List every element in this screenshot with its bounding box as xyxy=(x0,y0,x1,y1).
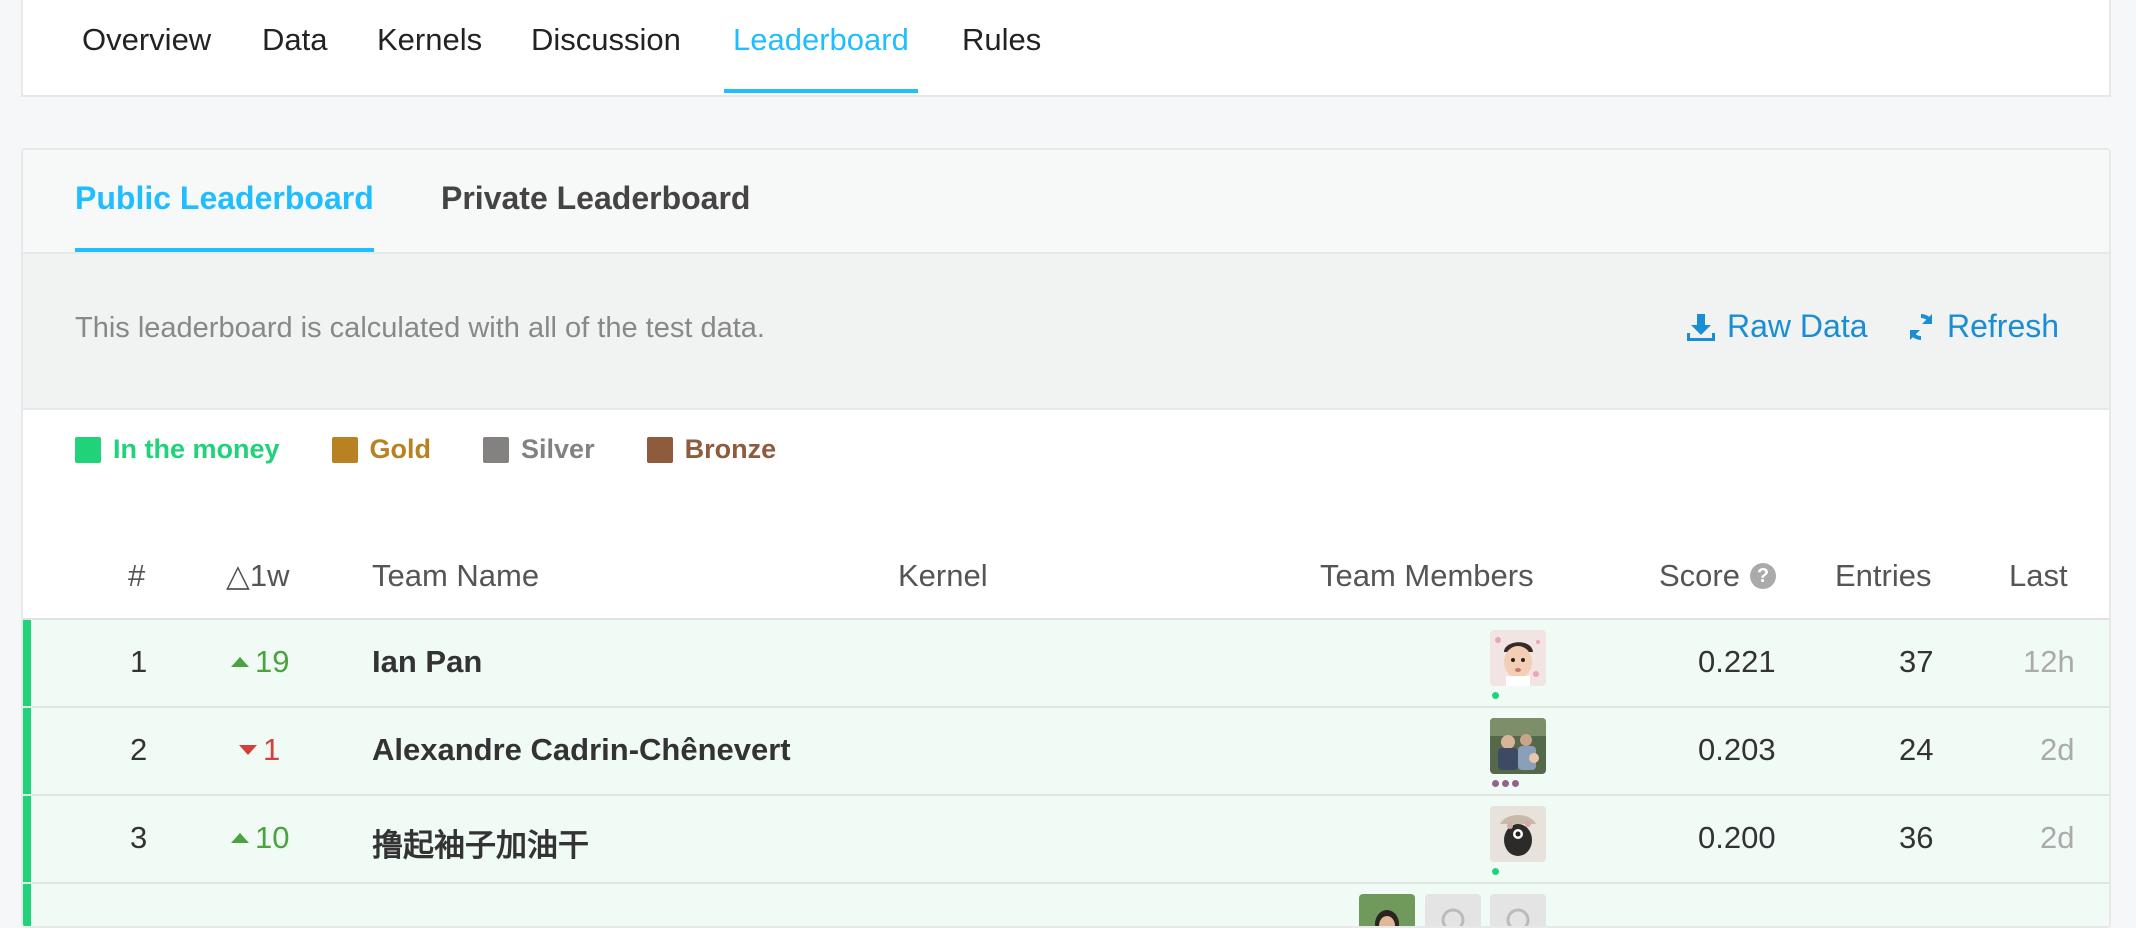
refresh-label: Refresh xyxy=(1947,308,2060,344)
legend-in-the-money: In the money xyxy=(75,434,280,465)
leaderboard-description: This leaderboard is calculated with all … xyxy=(75,312,765,344)
legend-silver: Silver xyxy=(483,434,595,465)
row-last-submission: 12h xyxy=(2023,644,2075,679)
in-the-money-marker xyxy=(23,708,31,794)
tab-data[interactable]: Data xyxy=(253,0,336,93)
legend-silver-label: Silver xyxy=(521,434,595,464)
triangle-up-icon xyxy=(231,657,249,667)
table-row[interactable] xyxy=(23,884,2109,926)
triangle-up-icon xyxy=(231,833,249,843)
raw-data-link[interactable]: Raw Data xyxy=(1685,308,1868,345)
bronze-swatch xyxy=(646,436,673,463)
header-team-members: Team Members xyxy=(1320,558,1534,593)
money-swatch xyxy=(75,436,101,463)
rank-change-up: 19 xyxy=(231,644,289,680)
rank-change-value: 10 xyxy=(255,820,290,855)
row-last-submission: 2d xyxy=(2040,732,2075,767)
gold-swatch xyxy=(331,436,358,463)
row-score: 0.200 xyxy=(1698,820,1776,855)
help-icon[interactable]: ? xyxy=(1749,563,1776,589)
row-rank: 2 xyxy=(130,732,148,767)
team-member-avatar[interactable] xyxy=(1425,894,1481,926)
rank-change-down: 1 xyxy=(239,732,280,768)
row-score: 0.203 xyxy=(1698,732,1776,767)
download-icon xyxy=(1685,311,1717,343)
team-name-link[interactable]: Alexandre Cadrin-Chênevert xyxy=(372,732,791,768)
header-rank: # xyxy=(128,558,146,593)
triangle-down-icon xyxy=(239,745,257,755)
tab-leaderboard[interactable]: Leaderboard xyxy=(724,0,918,93)
row-last-submission: 2d xyxy=(2040,820,2075,855)
header-change[interactable]: △1w xyxy=(226,558,289,594)
medal-legend: In the money Gold Silver Bronze xyxy=(75,434,776,465)
tier-indicator xyxy=(1492,692,1499,699)
tab-private-leaderboard[interactable]: Private Leaderboard xyxy=(441,150,750,252)
team-name-link[interactable]: Ian Pan xyxy=(372,644,482,680)
header-last[interactable]: Last xyxy=(2009,558,2068,594)
tier-indicator xyxy=(1492,868,1499,875)
table-row[interactable]: 3 10 撸起袖子加油干 0.200 36 2d xyxy=(23,796,2109,884)
team-name-link[interactable]: 撸起袖子加油干 xyxy=(372,820,589,865)
header-score-label: Score xyxy=(1659,558,1740,593)
row-entries: 37 xyxy=(1899,644,1934,679)
rank-change-value: 1 xyxy=(263,732,281,767)
legend-bronze: Bronze xyxy=(646,434,777,465)
legend-bronze-label: Bronze xyxy=(684,434,777,464)
tier-indicator xyxy=(1492,780,1519,787)
leaderboard-panel: Public Leaderboard Private Leaderboard T… xyxy=(21,148,2111,928)
rank-change-up: 10 xyxy=(231,820,289,856)
header-entries[interactable]: Entries xyxy=(1835,558,1931,594)
row-score: 0.221 xyxy=(1698,644,1776,679)
tab-rules[interactable]: Rules xyxy=(953,0,1050,93)
refresh-icon xyxy=(1905,311,1937,343)
tab-discussion[interactable]: Discussion xyxy=(522,0,690,93)
in-the-money-marker xyxy=(23,796,31,882)
raw-data-label: Raw Data xyxy=(1727,308,1868,344)
row-entries: 24 xyxy=(1899,732,1934,767)
row-entries: 36 xyxy=(1899,820,1934,855)
rank-change-value: 19 xyxy=(255,644,290,679)
in-the-money-marker xyxy=(23,884,31,926)
leaderboard-info-bar: This leaderboard is calculated with all … xyxy=(23,254,2109,410)
header-team-name[interactable]: Team Name xyxy=(372,558,539,594)
team-member-avatar[interactable] xyxy=(1490,894,1546,926)
table-row[interactable]: 1 19 Ian Pan 0.221 37 12h xyxy=(23,620,2109,708)
competition-nav: Overview Data Kernels Discussion Leaderb… xyxy=(21,0,2111,97)
tab-overview[interactable]: Overview xyxy=(73,0,220,93)
legend-money-label: In the money xyxy=(113,434,280,464)
header-kernel: Kernel xyxy=(898,558,988,593)
legend-gold: Gold xyxy=(331,434,432,465)
refresh-link[interactable]: Refresh xyxy=(1905,308,2059,345)
team-member-avatar[interactable] xyxy=(1490,806,1546,862)
in-the-money-marker xyxy=(23,620,31,706)
legend-gold-label: Gold xyxy=(369,434,432,464)
team-member-avatar[interactable] xyxy=(1359,894,1415,926)
silver-swatch xyxy=(483,436,510,463)
row-rank: 1 xyxy=(130,644,148,679)
row-rank: 3 xyxy=(130,820,148,855)
table-row[interactable]: 2 1 Alexandre Cadrin-Chênevert 0.203 24 … xyxy=(23,708,2109,796)
team-member-avatar[interactable] xyxy=(1490,718,1546,774)
tab-kernels[interactable]: Kernels xyxy=(368,0,491,93)
tab-public-leaderboard[interactable]: Public Leaderboard xyxy=(75,150,374,252)
team-member-avatar[interactable] xyxy=(1490,630,1546,686)
header-score[interactable]: Score ? xyxy=(1659,558,1776,594)
leaderboard-tabs: Public Leaderboard Private Leaderboard xyxy=(23,150,2109,254)
